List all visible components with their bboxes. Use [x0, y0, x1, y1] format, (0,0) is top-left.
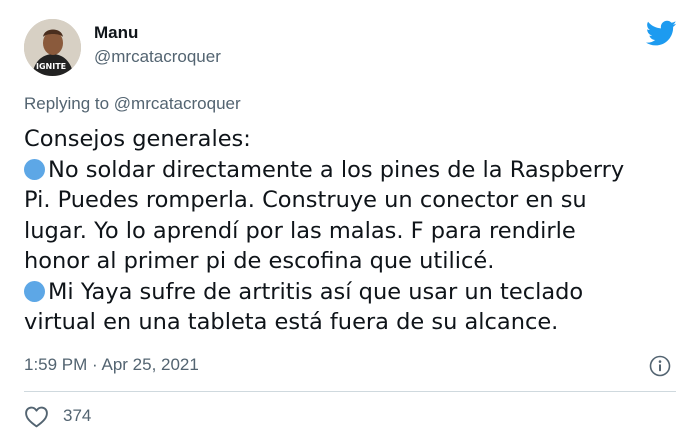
- avatar-logo-text: IGNITE: [36, 62, 66, 71]
- blue-circle-emoji-icon: [24, 280, 45, 302]
- author-name[interactable]: Manu: [94, 23, 138, 43]
- tweet-line-text: Mi Yaya sufre de artritis así que usar u…: [48, 278, 584, 305]
- reply-to-handle-link[interactable]: @mrcatacroquer: [114, 94, 241, 113]
- replying-to: Replying to @mrcatacroquer: [24, 94, 241, 114]
- avatar[interactable]: IGNITE: [24, 19, 81, 76]
- tweet-line: virtual en una tableta está fuera de su …: [24, 309, 559, 335]
- twitter-bird-icon[interactable]: [645, 20, 677, 47]
- info-icon[interactable]: [649, 355, 671, 377]
- tweet-line: honor al primer pi de escofina que utili…: [24, 248, 495, 274]
- tweet-line: No soldar directamente a los pines de la…: [24, 155, 684, 186]
- heart-icon[interactable]: [24, 405, 49, 428]
- replying-prefix: Replying to: [24, 94, 114, 113]
- tweet-line: Pi. Puedes romperla. Construye un conect…: [24, 187, 587, 213]
- tweet-line: Consejos generales:: [24, 126, 251, 152]
- like-count[interactable]: 374: [63, 406, 91, 426]
- tweet-timestamp[interactable]: 1:59 PM · Apr 25, 2021: [24, 355, 199, 375]
- author-handle[interactable]: @mrcatacroquer: [94, 47, 221, 67]
- tweet-line: Mi Yaya sufre de artritis así que usar u…: [24, 277, 684, 308]
- tweet-text: Consejos generales: No soldar directamen…: [24, 124, 684, 338]
- tweet-line-text: No soldar directamente a los pines de la…: [48, 156, 625, 183]
- blue-circle-emoji-icon: [24, 158, 45, 180]
- tweet-line: lugar. Yo lo aprendí por las malas. F pa…: [24, 217, 576, 244]
- divider: [24, 391, 676, 392]
